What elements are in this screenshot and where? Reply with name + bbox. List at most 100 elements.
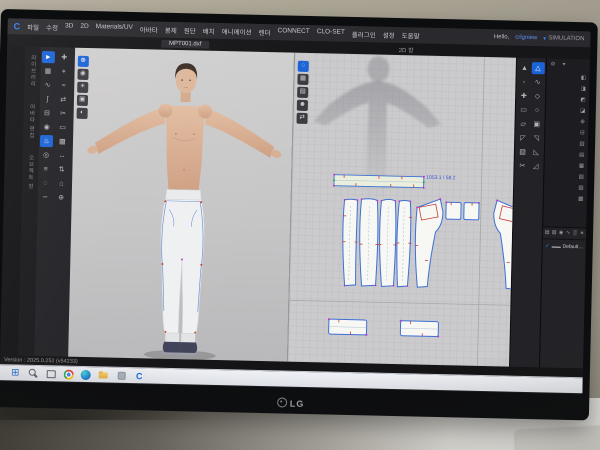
segment-sew-icon[interactable] bbox=[57, 79, 70, 91]
menu-item-1[interactable]: 수정 bbox=[46, 22, 58, 32]
simulate-icon[interactable] bbox=[42, 51, 55, 63]
fabric-direction-icon[interactable] bbox=[55, 149, 68, 161]
sewing-machine-icon[interactable] bbox=[55, 177, 68, 189]
pattern-cuffs[interactable] bbox=[328, 318, 440, 337]
sidebar-tab-avatar-editor[interactable]: 아바타 편집 bbox=[27, 103, 36, 138]
measure-icon[interactable] bbox=[40, 107, 53, 119]
notch-icon[interactable] bbox=[530, 132, 543, 144]
polygon-icon[interactable] bbox=[531, 90, 544, 102]
menu-item-15[interactable]: 도움말 bbox=[402, 30, 420, 40]
sewing-edit-icon[interactable] bbox=[41, 79, 54, 91]
menu-item-4[interactable]: Materials/UV bbox=[96, 23, 133, 34]
pompom-tab-icon[interactable] bbox=[579, 230, 585, 237]
avatar-tape-icon[interactable] bbox=[40, 121, 53, 133]
clo-logo-icon[interactable]: C bbox=[14, 22, 21, 31]
scissors-icon[interactable] bbox=[56, 107, 69, 119]
view-gizmo-icon[interactable] bbox=[77, 56, 88, 67]
pin-icon[interactable] bbox=[57, 65, 70, 77]
viewport-2d[interactable]: 1053.1 / 58.2 bbox=[287, 53, 516, 367]
menu-item-11[interactable]: CONNECT bbox=[277, 27, 309, 38]
cut-sew-icon[interactable] bbox=[516, 160, 529, 172]
menu-item-13[interactable]: 플러그인 bbox=[352, 29, 376, 40]
wireframe-icon[interactable] bbox=[579, 97, 587, 105]
cross-icon[interactable] bbox=[577, 185, 585, 193]
render-style-icon[interactable] bbox=[76, 108, 87, 119]
gizmo-icon[interactable] bbox=[54, 191, 67, 203]
sidebar-tab-library[interactable]: 라이브러리 bbox=[28, 55, 37, 88]
pattern-waistband[interactable] bbox=[333, 174, 425, 189]
search-icon[interactable] bbox=[28, 368, 39, 379]
options-icon[interactable] bbox=[549, 61, 557, 69]
list-icon[interactable] bbox=[578, 141, 586, 149]
sidebar-tab-object-browser[interactable]: 오브젝트 창 bbox=[26, 154, 35, 189]
collapse-icon[interactable] bbox=[560, 62, 568, 70]
menu-item-7[interactable]: 원단 bbox=[184, 25, 196, 35]
snapshot-icon[interactable] bbox=[77, 95, 88, 106]
silhouette-icon[interactable] bbox=[297, 100, 308, 111]
edit-point-icon[interactable] bbox=[518, 76, 531, 88]
menu-item-3[interactable]: 2D bbox=[80, 23, 89, 33]
fabric-tab-icon[interactable] bbox=[551, 230, 557, 237]
grading-icon[interactable] bbox=[529, 160, 542, 172]
add-point-icon[interactable] bbox=[517, 90, 530, 102]
pattern-canvas[interactable] bbox=[288, 53, 516, 367]
edit-pattern-icon[interactable] bbox=[531, 62, 544, 74]
chrome-icon[interactable] bbox=[64, 369, 74, 379]
garment-pants[interactable] bbox=[158, 189, 205, 342]
texture-icon[interactable] bbox=[579, 86, 587, 94]
menu-item-12[interactable]: CLO-SET bbox=[317, 28, 345, 39]
remove-icon[interactable] bbox=[578, 130, 586, 138]
menu-item-9[interactable]: 애니메이션 bbox=[222, 26, 252, 37]
internal-polygon-icon[interactable] bbox=[517, 118, 530, 130]
select-mesh-icon[interactable] bbox=[41, 65, 54, 77]
task-view-icon[interactable] bbox=[46, 368, 57, 379]
scene-tab-icon[interactable] bbox=[544, 229, 550, 236]
menu-item-5[interactable]: 아바타 bbox=[140, 24, 158, 34]
edge-icon[interactable] bbox=[81, 369, 91, 379]
viewport-3d[interactable] bbox=[68, 48, 294, 362]
select-move-icon[interactable] bbox=[58, 51, 71, 63]
layer-icon[interactable] bbox=[579, 75, 587, 83]
sync-view-icon[interactable] bbox=[296, 113, 307, 124]
safety-pin-icon[interactable] bbox=[38, 191, 51, 203]
trace-icon[interactable] bbox=[529, 146, 542, 158]
topstitch-list-item[interactable]: Default Topstitch bbox=[543, 239, 586, 254]
menu-item-0[interactable]: 파일 bbox=[27, 22, 39, 32]
dart-icon[interactable] bbox=[516, 132, 529, 144]
circle-icon[interactable] bbox=[530, 104, 543, 116]
puckering-tab-icon[interactable] bbox=[572, 230, 578, 237]
menu-item-14[interactable]: 설정 bbox=[383, 30, 395, 40]
start-icon[interactable] bbox=[10, 367, 21, 378]
menu-item-2[interactable]: 3D bbox=[65, 22, 74, 32]
rows-icon[interactable] bbox=[578, 152, 586, 160]
topstitch-tab-icon[interactable] bbox=[565, 230, 571, 237]
rectangle-icon[interactable] bbox=[517, 104, 530, 116]
file-explorer-icon[interactable] bbox=[98, 369, 109, 380]
account-name[interactable]: crlgniew bbox=[515, 35, 537, 41]
avatar-canvas[interactable] bbox=[68, 48, 294, 362]
clo-icon[interactable] bbox=[134, 370, 145, 381]
internal-rect-icon[interactable] bbox=[530, 118, 543, 130]
menu-item-6[interactable]: 봉제 bbox=[165, 25, 177, 35]
mesh-icon[interactable] bbox=[577, 163, 585, 171]
simulation-status[interactable]: SIMULATION bbox=[543, 35, 584, 43]
camera-icon[interactable] bbox=[77, 69, 88, 80]
texture-view-icon[interactable] bbox=[297, 87, 308, 98]
grade-icon[interactable] bbox=[39, 163, 52, 175]
surface-icon[interactable] bbox=[579, 108, 587, 116]
tack-on-avatar-icon[interactable] bbox=[39, 149, 52, 161]
grid-toggle-icon[interactable] bbox=[297, 74, 308, 85]
hatch-icon[interactable] bbox=[577, 174, 585, 182]
button-tab-icon[interactable] bbox=[558, 230, 564, 237]
solidify-icon[interactable] bbox=[56, 135, 69, 147]
light-icon[interactable] bbox=[77, 82, 88, 93]
dense-icon[interactable] bbox=[577, 196, 585, 204]
steam-brush-icon[interactable] bbox=[40, 135, 53, 147]
free-sew-icon[interactable] bbox=[41, 93, 54, 105]
file-tab[interactable]: MPT001.dxf bbox=[161, 40, 210, 49]
seam-allowance-icon[interactable] bbox=[516, 146, 529, 158]
zipper-icon[interactable] bbox=[55, 163, 68, 175]
fold-arrange-icon[interactable] bbox=[57, 93, 70, 105]
zoom-fit-icon[interactable] bbox=[298, 61, 309, 72]
select-box-icon[interactable] bbox=[56, 121, 69, 133]
